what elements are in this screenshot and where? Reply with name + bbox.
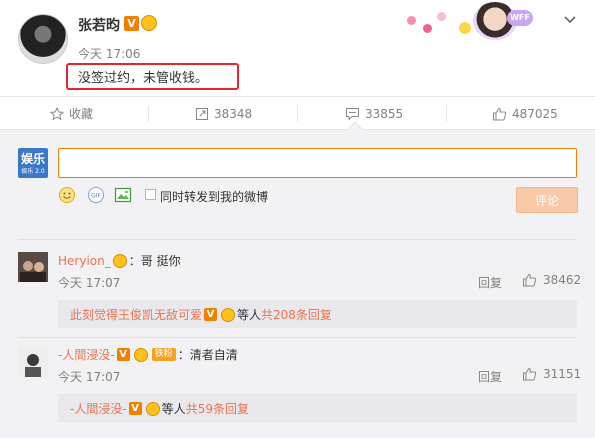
commenter-name[interactable]: Heryion_ <box>58 254 111 268</box>
thumbs-up-icon <box>523 273 537 287</box>
reply-preview[interactable]: -人間浸没- V 等人 共59条回复 <box>58 394 577 422</box>
comment-time: 今天 17:07 <box>58 276 121 290</box>
heart-icon <box>437 12 446 21</box>
divider <box>18 337 577 338</box>
verified-badge-icon: V <box>128 402 142 415</box>
repost-checkbox-label[interactable]: 同时转发到我的微博 <box>160 188 268 205</box>
author-name[interactable]: 张若昀 <box>78 15 120 35</box>
verified-badge-icon: V <box>116 348 130 361</box>
chick-icon <box>459 22 471 34</box>
logo-text: 娱乐 <box>20 152 45 166</box>
divider <box>297 106 298 122</box>
reply-user[interactable]: 此刻觉得王俊凯无敌可爱 <box>70 306 202 323</box>
crown-badge-icon <box>221 307 236 322</box>
like-count: 487025 <box>512 107 558 121</box>
emoji-icon[interactable] <box>58 186 76 204</box>
like-button[interactable]: 487025 <box>492 97 558 131</box>
repost-checkbox[interactable] <box>145 189 156 200</box>
comment-line: Heryion_ ： 哥 挺你 <box>58 252 181 269</box>
comment-line: -人間浸没- V 铁粉 ： 清者自清 <box>58 346 238 363</box>
comment-separator: ： <box>177 348 190 362</box>
post-time[interactable]: 今天 17:06 <box>78 45 140 62</box>
author-avatar[interactable] <box>18 14 68 64</box>
submit-comment-button[interactable]: 评论 <box>516 187 578 213</box>
favorite-button[interactable]: 收藏 <box>50 97 93 131</box>
reply-preview[interactable]: 此刻觉得王俊凯无敌可爱 V 等人 共208条回复 <box>58 300 577 328</box>
commenter-name[interactable]: -人間浸没- <box>58 346 115 363</box>
card-decoration: WFF <box>395 2 540 40</box>
thumbs-up-icon <box>493 107 507 121</box>
crown-badge-icon <box>112 253 127 268</box>
gif-icon[interactable]: GIF <box>87 186 105 204</box>
action-bar: 收藏 38348 33855 487025 <box>0 96 595 130</box>
verified-badge-icon: V <box>124 16 139 31</box>
post-text: 没签过约，未管收钱。 <box>78 71 209 86</box>
svg-text:GIF: GIF <box>91 193 101 200</box>
comment-panel: 娱乐 娱乐 2.0 GIF 同时转发到我的微博 评论 Heryion_ ： 哥 … <box>0 130 595 438</box>
reply-middle: 等人 <box>161 402 186 416</box>
reply-button[interactable]: 回复 <box>478 368 502 385</box>
star-icon <box>50 107 64 121</box>
divider <box>446 106 447 122</box>
reply-button[interactable]: 回复 <box>478 274 502 291</box>
comment-text: 哥 挺你 <box>140 254 181 268</box>
commenter-avatar[interactable] <box>18 252 48 282</box>
comment-text: 清者自清 <box>189 348 238 362</box>
repost-count: 38348 <box>214 107 253 121</box>
crown-badge-icon <box>133 347 148 362</box>
comment-icon <box>346 108 359 121</box>
reply-user[interactable]: -人間浸没- <box>70 400 127 417</box>
crown-badge-icon <box>145 401 160 416</box>
repost-icon <box>196 108 208 120</box>
chevron-down-icon[interactable] <box>562 12 578 28</box>
thumbs-up-icon <box>523 367 537 381</box>
image-icon[interactable] <box>114 186 132 204</box>
heart-icon <box>407 16 416 25</box>
divider <box>18 239 577 240</box>
reply-preview-line: -人間浸没- V 等人 共59条回复 <box>70 400 249 417</box>
divider <box>148 106 149 122</box>
repost-button[interactable]: 38348 <box>195 97 252 131</box>
entertainment-logo: 娱乐 娱乐 2.0 <box>18 148 48 178</box>
comment-like-count: 31151 <box>543 367 582 381</box>
comment-like-count: 38462 <box>543 273 582 287</box>
logo-subtext: 娱乐 2.0 <box>21 168 45 175</box>
wff-badge: WFF <box>507 10 533 26</box>
commenter-avatar[interactable] <box>18 347 48 377</box>
comment-input[interactable] <box>58 148 577 178</box>
heart-icon <box>423 24 432 33</box>
reply-count[interactable]: 共59条回复 <box>186 400 249 417</box>
comment-like-button[interactable]: 38462 <box>522 273 581 287</box>
favorite-label: 收藏 <box>69 107 94 121</box>
reply-count[interactable]: 共208条回复 <box>261 306 332 323</box>
reply-middle: 等人 <box>237 308 262 322</box>
verified-badge-icon: V <box>204 308 218 321</box>
comment-time: 今天 17:07 <box>58 370 121 384</box>
comment-like-button[interactable]: 31151 <box>522 367 581 381</box>
post-header: 张若昀 V 今天 17:06 没签过约，未管收钱。 WFF <box>0 0 595 96</box>
reply-preview-line: 此刻觉得王俊凯无敌可爱 V 等人 共208条回复 <box>70 306 332 323</box>
comment-separator: ： <box>128 254 141 268</box>
crown-badge-icon <box>141 15 157 31</box>
comment-count: 33855 <box>365 107 404 121</box>
fan-badge: 铁粉 <box>151 348 176 361</box>
